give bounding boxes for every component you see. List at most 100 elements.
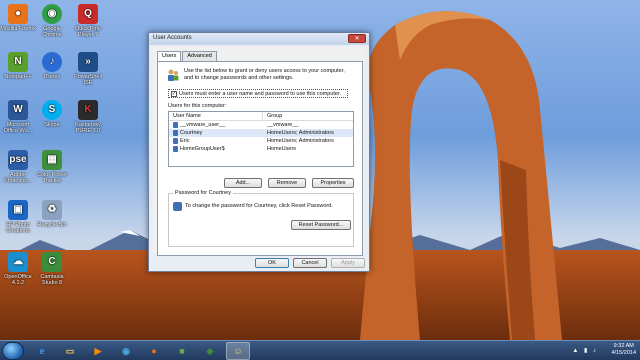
firefox-icon: ● (8, 4, 28, 24)
ok-button[interactable]: OK (255, 258, 289, 268)
desktop-icon-label: Camtasia Studio 8 (40, 274, 64, 286)
remove-button[interactable]: Remove (268, 178, 306, 188)
desktop-icon-label: Mozilla Firefox (0, 26, 36, 32)
chrome-icon: ◉ (42, 4, 62, 24)
user-group: __vmware__ (267, 122, 299, 128)
desktop-icon-label: Microsoft Office Wo... (3, 122, 33, 134)
desktop-icon-photoshop[interactable]: pse Adobe Photosho... (0, 150, 36, 184)
clock-date: 4/15/2014 (611, 350, 636, 356)
windows-media-center-icon[interactable]: ◉ (114, 342, 138, 360)
desktop-icon-label: Skype (44, 122, 60, 128)
media-player-icon[interactable]: ▶ (86, 342, 110, 360)
desktop-icon-label: Google Chrome (42, 26, 62, 38)
user-name: __vmware_user__ (180, 122, 226, 128)
user-name: Eric (180, 138, 190, 144)
desktop-icon-label: iTunes (43, 74, 61, 80)
taskbar: e ▭ ▶ ◉ ● ■ ◆ ☺ ▲ ▮ ♪ 9:32 AM 4/15/2014 (0, 340, 640, 360)
recycle-bin-icon: ♻ (42, 200, 62, 220)
desktop-icon-powershell[interactable]: » PowerShell ISE (70, 52, 106, 86)
desktop-icon-firefox[interactable]: ● Mozilla Firefox (0, 4, 36, 32)
photoshop-icon: pse (8, 150, 28, 170)
apply-button[interactable]: Apply (331, 258, 365, 268)
desktop-icon-label: QuickTime Player 7 (74, 26, 102, 38)
powershell-icon: » (78, 52, 98, 72)
kaspersky-icon: K (78, 100, 98, 120)
dialog-title: User Accounts (153, 35, 192, 41)
close-button[interactable]: ✕ (348, 34, 366, 43)
require-password-row[interactable]: ✓ Users must enter a user name and passw… (168, 89, 348, 98)
desktop-icon-label: OpenOffice 4.1.2 (4, 274, 32, 286)
desktop-icon-camtasia[interactable]: C Camtasia Studio 8 (34, 252, 70, 286)
skype-icon: S (42, 100, 62, 120)
desktop-icon-label: Color Picker Tracker (37, 172, 67, 184)
reset-password-button[interactable]: Reset Password... (291, 220, 351, 230)
user-group: HomeUsers; Administrators (267, 130, 334, 136)
openoffice-icon: ☁ (8, 252, 28, 272)
control-panel-icon[interactable]: ■ (170, 342, 194, 360)
notepad-plus-icon: N (8, 52, 28, 72)
firefox-icon[interactable]: ● (142, 342, 166, 360)
users-for-label: Users for this computer: (168, 103, 227, 109)
table-header: User Name Group (169, 112, 353, 121)
desktop-icon-kaspersky[interactable]: K Kaspersky PURE 3.0 (70, 100, 106, 134)
desktop-icon-label: PowerShell ISE (74, 74, 102, 86)
user-group: HomeUsers (267, 146, 297, 152)
system-tray-icons[interactable]: ▲ ▮ ♪ (572, 347, 598, 354)
itunes-icon: ♪ (42, 52, 62, 72)
desktop-icon-word[interactable]: W Microsoft Office Wo... (0, 100, 36, 134)
clock-time: 9:32 AM (613, 343, 634, 349)
users-panel: Use the list below to grant or deny user… (157, 61, 363, 256)
desktop-icon-itunes[interactable]: ♪ iTunes (34, 52, 70, 80)
user-icon (173, 130, 178, 136)
users-group-icon (168, 69, 179, 81)
camtasia-icon: C (42, 252, 62, 272)
cancel-button[interactable]: Cancel (293, 258, 327, 268)
key-icon (173, 202, 182, 211)
word-icon: W (8, 100, 28, 120)
desktop-icon-notepad[interactable]: N Notepad++ (0, 52, 36, 80)
properties-button[interactable]: Properties (312, 178, 354, 188)
user-name: HomeGroupUser$ (180, 146, 225, 152)
tab-advanced[interactable]: Advanced (182, 51, 217, 61)
desktop-icon-skype[interactable]: S Skype (34, 100, 70, 128)
user-name: Courtney (180, 130, 203, 136)
password-group-title: Password for Courtney (173, 190, 233, 196)
dialog-client: Users Advanced Use the list below to gra… (153, 47, 365, 256)
column-header-user-name[interactable]: User Name (169, 112, 263, 120)
column-header-group[interactable]: Group (263, 112, 282, 120)
camtasia-icon[interactable]: ◆ (198, 342, 222, 360)
desktop-icon-label: Notepad++ (4, 74, 32, 80)
user-accounts-icon[interactable]: ☺ (226, 342, 250, 360)
add-button[interactable]: Add... (224, 178, 262, 188)
password-group-text: To change the password for Courtney, cli… (185, 203, 333, 209)
color-picker-icon: ▦ (42, 150, 62, 170)
password-groupbox: Password for Courtney To change the pass… (168, 190, 354, 247)
desktop-icon-hp-photo[interactable]: ▣ HP Photo Creations (0, 200, 36, 234)
desktop-icon-chrome[interactable]: ◉ Google Chrome (34, 4, 70, 38)
desktop-icon-quicktime[interactable]: Q QuickTime Player 7 (70, 4, 106, 38)
user-icon (173, 146, 178, 152)
desktop-icon-label: HP Photo Creations (6, 222, 30, 234)
hp-photo-icon: ▣ (8, 200, 28, 220)
desktop-icon-label: Kaspersky PURE 3.0 (75, 122, 101, 134)
user-icon (173, 138, 178, 144)
dialog-titlebar[interactable]: User Accounts ✕ (149, 33, 369, 45)
require-password-checkbox[interactable]: ✓ (171, 91, 177, 97)
table-row-selected[interactable]: Courtney HomeUsers; Administrators (169, 129, 353, 137)
table-row[interactable]: Eric HomeUsers; Administrators (169, 137, 353, 145)
intro-text: Use the list below to grant or deny user… (184, 68, 345, 81)
table-row[interactable]: __vmware_user__ __vmware__ (169, 121, 353, 129)
user-icon (173, 122, 178, 128)
desktop-icon-openoffice[interactable]: ☁ OpenOffice 4.1.2 (0, 252, 36, 286)
require-password-label: Users must enter a user name and passwor… (179, 91, 342, 97)
table-row[interactable]: HomeGroupUser$ HomeUsers (169, 145, 353, 153)
start-button[interactable] (2, 342, 24, 360)
user-group: HomeUsers; Administrators (267, 138, 334, 144)
file-explorer-icon[interactable]: ▭ (58, 342, 82, 360)
desktop-icon-recycle-bin[interactable]: ♻ Recycle Bin (34, 200, 70, 228)
internet-explorer-icon[interactable]: e (30, 342, 54, 360)
desktop-icon-color-picker[interactable]: ▦ Color Picker Tracker (34, 150, 70, 184)
clock[interactable]: 9:32 AM 4/15/2014 (612, 343, 636, 357)
desktop-icon-label: Adobe Photosho... (4, 172, 32, 184)
user-accounts-dialog: User Accounts ✕ Users Advanced Use the l… (148, 32, 370, 272)
